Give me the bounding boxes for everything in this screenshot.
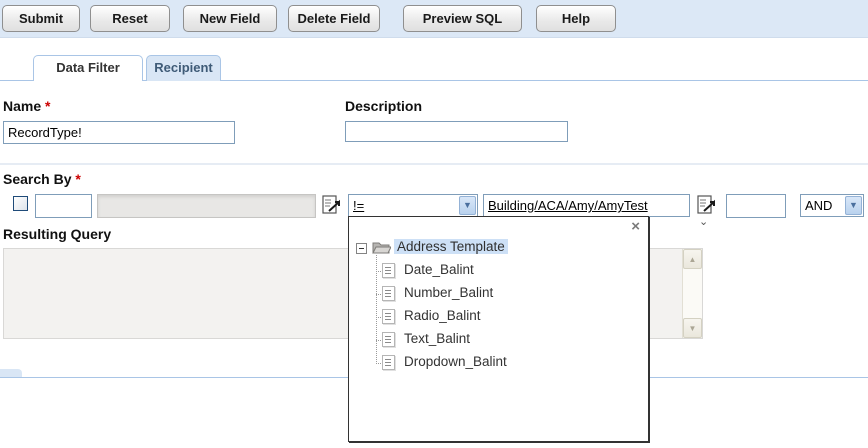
field-icon — [382, 355, 395, 370]
scroll-up-icon[interactable]: ▲ — [683, 249, 702, 269]
chevron-down-icon[interactable]: ▼ — [845, 196, 862, 215]
field-icon — [382, 263, 395, 278]
search-by-label: Search By * — [3, 171, 81, 187]
description-input[interactable] — [345, 121, 568, 142]
record-path-field[interactable]: Building/ACA/Amy/AmyTest — [483, 194, 690, 217]
description-label-text: Description — [345, 98, 422, 114]
field-icon — [382, 286, 395, 301]
help-button[interactable]: Help — [536, 5, 616, 32]
reset-button[interactable]: Reset — [90, 5, 170, 32]
required-asterisk: * — [45, 98, 50, 114]
name-input[interactable] — [3, 121, 235, 144]
field-icon — [382, 332, 395, 347]
close-icon[interactable]: × — [631, 218, 640, 236]
preview-sql-button[interactable]: Preview SQL — [403, 5, 522, 32]
section-divider — [0, 163, 868, 165]
toolbar: Submit Reset New Field Delete Field Prev… — [0, 0, 868, 38]
resulting-query-label-text: Resulting Query — [3, 226, 111, 242]
search-field-readonly — [97, 194, 316, 218]
operator-select-value: != — [353, 198, 364, 213]
tree-item-date-balint[interactable]: Date_Balint — [404, 262, 474, 277]
field-picker-popup: × Address Template Date_Balint Number_Ba… — [348, 216, 649, 442]
tree-item-text-balint[interactable]: Text_Balint — [404, 331, 470, 346]
vertical-scrollbar[interactable]: ▲ ▼ — [682, 249, 702, 338]
record-path-value: Building/ACA/Amy/AmyTest — [488, 198, 648, 213]
chevron-down-icon: ⌄ — [699, 215, 708, 228]
resulting-query-label: Resulting Query — [3, 226, 111, 242]
search-value-input[interactable] — [726, 194, 786, 218]
conjunction-select-value: AND — [805, 198, 832, 213]
name-label-text: Name — [3, 98, 41, 114]
field-icon — [382, 309, 395, 324]
tree-item-radio-balint[interactable]: Radio_Balint — [404, 308, 481, 323]
delete-field-button[interactable]: Delete Field — [288, 5, 380, 32]
query-builder-screen: Submit Reset New Field Delete Field Prev… — [0, 0, 868, 448]
tab-data-filter[interactable]: Data Filter — [33, 55, 143, 81]
submit-button[interactable]: Submit — [2, 5, 80, 32]
chevron-down-icon[interactable]: ▼ — [459, 196, 476, 215]
value-lookup-icon[interactable] — [696, 193, 718, 217]
search-row-checkbox[interactable] — [13, 196, 28, 211]
tree-root-address-template[interactable]: Address Template — [394, 239, 508, 254]
description-label: Description — [345, 98, 422, 114]
folder-icon — [372, 240, 391, 255]
name-label: Name * — [3, 98, 50, 114]
field-lookup-icon[interactable] — [321, 193, 343, 217]
operator-select[interactable]: != ▼ — [348, 194, 478, 217]
tree-item-dropdown-balint[interactable]: Dropdown_Balint — [404, 354, 507, 369]
search-field-small-input[interactable] — [35, 194, 92, 218]
required-asterisk: * — [75, 171, 80, 187]
search-by-label-text: Search By — [3, 171, 71, 187]
scroll-down-icon[interactable]: ▼ — [683, 318, 702, 338]
panel-corner-decoration — [0, 369, 22, 377]
tree-collapse-icon[interactable] — [356, 243, 367, 254]
conjunction-select[interactable]: AND ▼ — [800, 194, 864, 217]
tab-recipient[interactable]: Recipient — [146, 55, 221, 81]
new-field-button[interactable]: New Field — [183, 5, 277, 32]
tree-item-number-balint[interactable]: Number_Balint — [404, 285, 493, 300]
